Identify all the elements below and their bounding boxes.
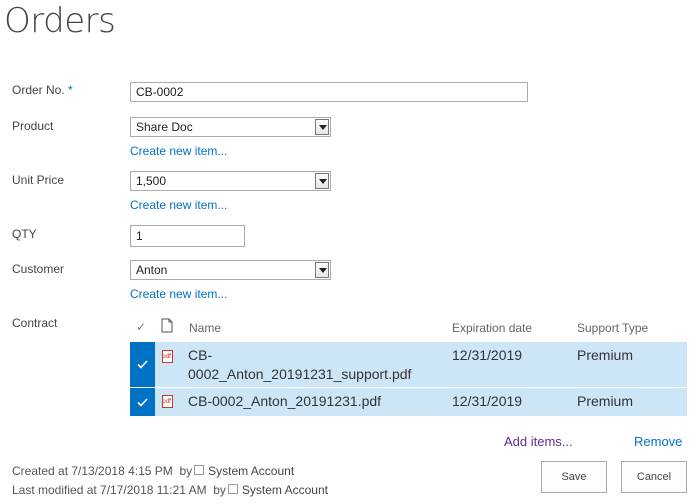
table-row[interactable]: CB-0002_Anton_20191231.pdf 12/31/2019 Pr… bbox=[130, 388, 687, 416]
remove-link[interactable]: Remove bbox=[634, 434, 682, 449]
qty-input[interactable]: 1 bbox=[130, 225, 245, 247]
column-header-expiration-date[interactable]: Expiration date bbox=[452, 321, 532, 335]
chevron-down-icon[interactable] bbox=[315, 262, 329, 278]
cancel-button[interactable]: Cancel bbox=[621, 461, 687, 493]
qty-label: QTY bbox=[12, 227, 37, 241]
row-expiration: 12/31/2019 bbox=[452, 393, 523, 409]
order-no-label: Order No. * bbox=[12, 83, 73, 97]
modified-info: Last modified at 7/17/2018 11:21 AM by Sy… bbox=[12, 483, 328, 497]
unit-price-select-value: 1,500 bbox=[136, 174, 167, 188]
order-no-label-text: Order No. bbox=[12, 83, 65, 97]
pdf-file-icon bbox=[162, 350, 173, 363]
user-presence-icon bbox=[227, 484, 238, 494]
user-presence-icon bbox=[194, 465, 205, 475]
row-checkbox[interactable] bbox=[130, 342, 155, 387]
add-items-link[interactable]: Add items... bbox=[504, 434, 573, 449]
document-icon bbox=[161, 318, 173, 333]
customer-label: Customer bbox=[12, 262, 65, 276]
row-name[interactable]: CB- 0002_Anton_20191231_support.pdf bbox=[188, 344, 411, 385]
created-text: Created at 7/13/2018 4:15 PM by bbox=[12, 464, 193, 478]
column-header-support-type[interactable]: Support Type bbox=[577, 321, 648, 335]
product-select-value: Share Doc bbox=[136, 120, 193, 134]
row-checkbox[interactable] bbox=[130, 388, 155, 416]
contract-label: Contract bbox=[12, 316, 58, 330]
select-all-checkmark-icon[interactable]: ✓ bbox=[136, 320, 146, 334]
row-name-line-2: 0002_Anton_20191231_support.pdf bbox=[188, 366, 412, 382]
product-select[interactable]: Share Doc bbox=[130, 117, 331, 137]
pdf-file-icon bbox=[162, 395, 173, 408]
table-row[interactable]: CB- 0002_Anton_20191231_support.pdf 12/3… bbox=[130, 342, 687, 387]
order-no-input[interactable]: CB-0002 bbox=[130, 82, 528, 102]
created-info: Created at 7/13/2018 4:15 PM by System Ac… bbox=[12, 464, 294, 478]
column-header-name[interactable]: Name bbox=[189, 321, 221, 335]
row-support-type: Premium bbox=[577, 347, 634, 363]
modified-user-link[interactable]: System Account bbox=[242, 483, 328, 497]
product-label: Product bbox=[12, 119, 54, 133]
unit-price-create-new-link[interactable]: Create new item... bbox=[130, 198, 227, 212]
row-support-type: Premium bbox=[577, 393, 634, 409]
chevron-down-icon[interactable] bbox=[315, 173, 329, 189]
checkmark-icon bbox=[137, 398, 148, 407]
chevron-down-icon[interactable] bbox=[315, 119, 329, 135]
row-expiration: 12/31/2019 bbox=[452, 347, 523, 363]
unit-price-select[interactable]: 1,500 bbox=[130, 171, 331, 191]
save-button[interactable]: Save bbox=[541, 461, 607, 493]
checkmark-icon bbox=[137, 360, 148, 369]
customer-select[interactable]: Anton bbox=[130, 260, 331, 280]
created-user-link[interactable]: System Account bbox=[208, 464, 294, 478]
row-name[interactable]: CB-0002_Anton_20191231.pdf bbox=[188, 390, 381, 412]
required-mark: * bbox=[68, 83, 73, 97]
customer-select-value: Anton bbox=[136, 263, 168, 277]
product-create-new-link[interactable]: Create new item... bbox=[130, 144, 227, 158]
modified-text: Last modified at 7/17/2018 11:21 AM by bbox=[12, 483, 226, 497]
unit-price-label: Unit Price bbox=[12, 173, 65, 187]
page-title: Orders bbox=[4, 1, 116, 41]
customer-create-new-link[interactable]: Create new item... bbox=[130, 287, 227, 301]
